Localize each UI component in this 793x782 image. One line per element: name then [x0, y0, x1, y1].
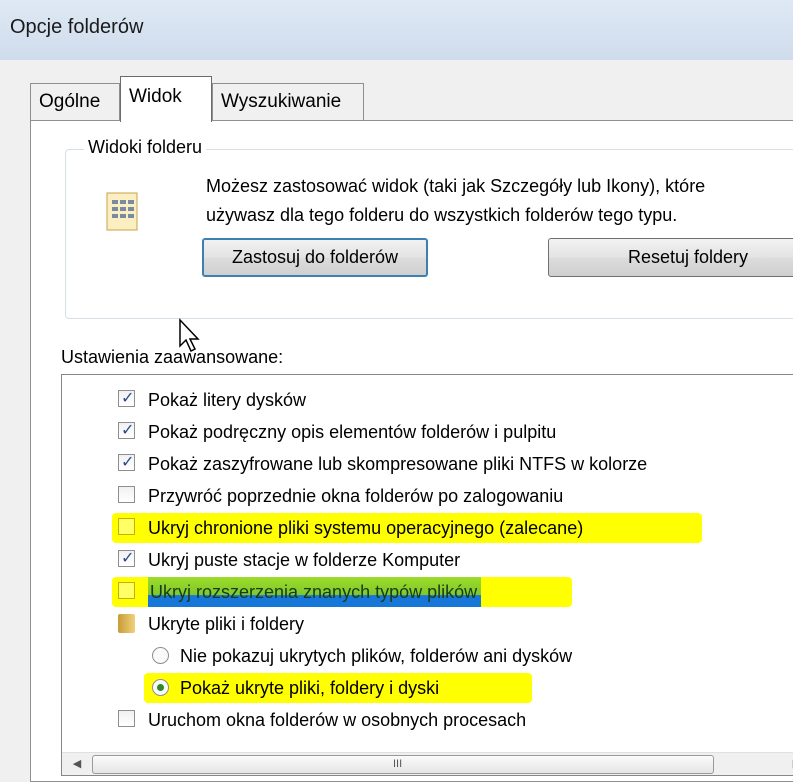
reset-folders-button[interactable]: Resetuj foldery	[548, 238, 793, 277]
setting-label: Pokaż litery dysków	[148, 390, 307, 410]
checkbox[interactable]	[118, 710, 135, 727]
description-line-2: używasz dla tego folderu do wszystkich f…	[206, 205, 678, 225]
description-line-1: Możesz zastosować widok (taki jak Szczeg…	[206, 176, 706, 196]
setting-dont-show-hidden[interactable]: Nie pokazuj ukrytych plików, folderów an…	[62, 641, 762, 671]
tab-search[interactable]: Wyszukiwanie	[212, 83, 364, 122]
setting-separate-processes[interactable]: Uruchom okna folderów w osobnych procesa…	[62, 705, 762, 735]
advanced-settings-label: Ustawienia zaawansowane:	[61, 347, 284, 367]
folder-views-label: Widoki folderu	[84, 137, 207, 158]
scroll-left-icon[interactable]: ◀	[68, 756, 86, 772]
setting-label: Ukryte pliki i foldery	[148, 614, 305, 634]
setting-label: Ukryj puste stacje w folderze Komputer	[148, 550, 461, 570]
setting-label: Uruchom okna folderów w osobnych procesa…	[148, 710, 527, 730]
setting-hide-protected-files[interactable]: Ukryj chronione pliki systemu operacyjne…	[112, 513, 702, 543]
setting-label: Nie pokazuj ukrytych plików, folderów an…	[180, 646, 573, 666]
scroll-grip: III	[393, 758, 403, 770]
checkbox[interactable]	[118, 582, 135, 599]
checkbox[interactable]	[118, 452, 135, 472]
title-bar: Opcje folderów	[0, 0, 793, 60]
tab-general[interactable]: Ogólne	[30, 83, 120, 122]
setting-label: Ukryj rozszerzenia znanych typów plików	[148, 577, 482, 607]
setting-show-hidden[interactable]: Pokaż ukryte pliki, foldery i dyski	[144, 673, 532, 703]
tab-panel-view: Widoki folderu Możesz zastosować widok (…	[30, 120, 793, 782]
setting-label: Pokaż ukryte pliki, foldery i dyski	[180, 678, 440, 698]
checkbox[interactable]	[118, 486, 135, 503]
radio-button[interactable]	[152, 679, 169, 696]
checkbox[interactable]	[118, 388, 135, 408]
advanced-settings-list[interactable]: Pokaż litery dysków Pokaż podręczny opis…	[61, 374, 793, 776]
horizontal-scrollbar[interactable]: ◀ III ▶	[62, 752, 793, 775]
setting-label: Ukryj chronione pliki systemu operacyjne…	[148, 518, 584, 538]
mouse-pointer-icon	[179, 318, 200, 353]
checkbox[interactable]	[118, 548, 135, 568]
folder-views-description: Możesz zastosować widok (taki jak Szczeg…	[206, 172, 705, 230]
folder-icon	[118, 614, 135, 633]
setting-label: Pokaż zaszyfrowane lub skompresowane pli…	[148, 454, 648, 474]
setting-show-encrypted-color[interactable]: Pokaż zaszyfrowane lub skompresowane pli…	[62, 449, 762, 479]
setting-restore-folder-windows[interactable]: Przywróć poprzednie okna folderów po zal…	[62, 481, 762, 511]
setting-hidden-files-group: Ukryte pliki i foldery	[62, 609, 762, 639]
setting-show-drive-letters[interactable]: Pokaż litery dysków	[62, 385, 762, 415]
checkbox[interactable]	[118, 518, 135, 535]
window-title: Opcje folderów	[10, 16, 144, 38]
setting-label: Przywróć poprzednie okna folderów po zal…	[148, 486, 564, 506]
apply-to-folders-button[interactable]: Zastosuj do folderów	[202, 238, 428, 277]
scroll-thumb[interactable]: III	[92, 755, 714, 774]
setting-show-popup-description[interactable]: Pokaż podręczny opis elementów folderów …	[62, 417, 762, 447]
scroll-right-icon[interactable]: ▶	[788, 756, 793, 772]
setting-hide-empty-drives[interactable]: Ukryj puste stacje w folderze Komputer	[62, 545, 762, 575]
folder-views-group: Widoki folderu Możesz zastosować widok (…	[65, 137, 793, 319]
setting-label: Pokaż podręczny opis elementów folderów …	[148, 422, 557, 442]
tab-strip: Ogólne Widok Wyszukiwanie	[0, 60, 793, 122]
folder-view-icon	[106, 192, 138, 231]
tab-view[interactable]: Widok	[120, 76, 212, 122]
setting-hide-extensions[interactable]: Ukryj rozszerzenia znanych typów plików	[112, 577, 572, 607]
checkbox[interactable]	[118, 420, 135, 440]
radio-button[interactable]	[152, 647, 169, 664]
